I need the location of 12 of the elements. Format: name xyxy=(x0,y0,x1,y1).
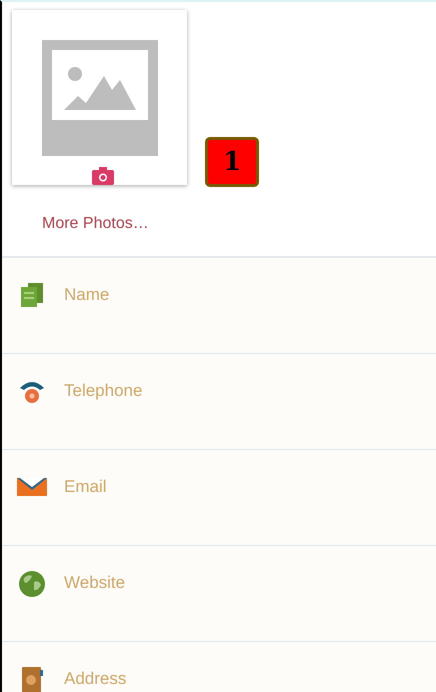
more-photos-link[interactable]: More Photos… xyxy=(42,212,149,236)
number-marker: 1 xyxy=(205,137,259,187)
input-field[interactable]: Email xyxy=(64,474,384,500)
address-book-icon xyxy=(19,282,45,308)
image-placeholder-icon xyxy=(42,40,158,156)
input-field[interactable]: Address xyxy=(64,666,384,692)
globe-icon xyxy=(18,570,46,598)
input-field[interactable]: Website xyxy=(64,570,384,596)
input-field[interactable]: Name xyxy=(64,282,384,308)
camera-icon[interactable] xyxy=(92,167,114,185)
input-field[interactable]: Telephone xyxy=(64,378,384,404)
contact-book-icon xyxy=(20,666,44,692)
